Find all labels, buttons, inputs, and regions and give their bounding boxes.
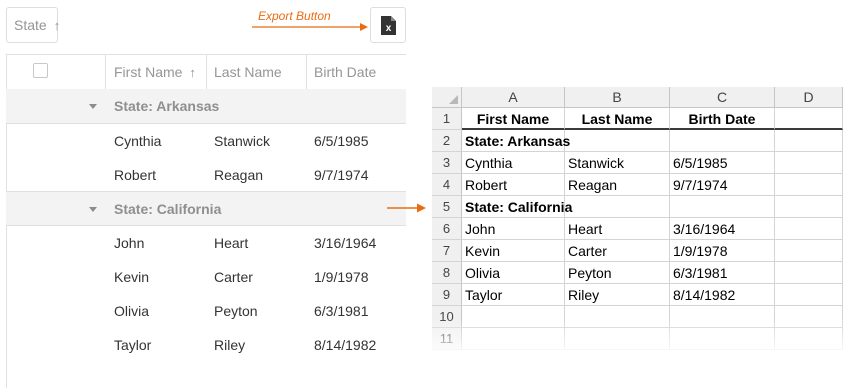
callout-arrow-icon — [252, 23, 368, 31]
export-button[interactable]: x — [370, 7, 406, 43]
cell-last-name: Heart — [214, 235, 249, 251]
sheet-cell[interactable]: Olivia — [462, 262, 565, 284]
row-header[interactable]: 5 — [432, 196, 462, 218]
cell-first-name: John — [114, 235, 145, 251]
row-header[interactable]: 9 — [432, 284, 462, 306]
sheet-cell[interactable]: Cynthia — [462, 152, 565, 174]
collapse-caret-icon[interactable] — [89, 104, 97, 109]
column-header-a[interactable]: A — [462, 87, 565, 108]
cell-first-name: Taylor — [114, 337, 152, 353]
column-header-b[interactable]: B — [565, 87, 670, 108]
cell-first-name: Olivia — [114, 303, 150, 319]
group-row[interactable]: State: Arkansas — [6, 89, 406, 123]
sheet-cell[interactable] — [775, 240, 843, 262]
sheet-cell[interactable]: 3/16/1964 — [670, 218, 775, 240]
group-label: State: California — [114, 201, 222, 217]
row-header[interactable]: 8 — [432, 262, 462, 284]
group-label: State: Arkansas — [114, 98, 220, 114]
column-header-label: Last Name — [214, 64, 282, 80]
column-header-d[interactable]: D — [775, 87, 843, 108]
collapse-caret-icon[interactable] — [89, 207, 97, 212]
sheet-cell[interactable]: Reagan — [565, 174, 670, 196]
sheet-cell[interactable]: Birth Date — [670, 108, 775, 130]
sheet-cell[interactable]: 6/3/1981 — [670, 262, 775, 284]
column-header-c[interactable]: C — [670, 87, 775, 108]
sheet-cell[interactable] — [775, 174, 843, 196]
cell-birth-date: 6/3/1981 — [314, 303, 369, 319]
cell-last-name: Stanwick — [214, 133, 271, 149]
cell-last-name: Reagan — [214, 167, 264, 183]
sheet-cell[interactable] — [775, 262, 843, 284]
divider — [105, 55, 106, 89]
cell-first-name: Kevin — [114, 269, 150, 285]
sheet-cell[interactable]: State: Arkansas — [462, 130, 570, 152]
sheet-cell[interactable]: 6/5/1985 — [670, 152, 775, 174]
cell-first-name: Cynthia — [114, 133, 162, 149]
sheet-cell[interactable]: First Name — [462, 108, 565, 130]
corner-triangle-icon — [449, 95, 458, 104]
excel-export-icon: x — [381, 16, 396, 35]
select-all-corner — [432, 87, 462, 108]
row-header[interactable]: 4 — [432, 174, 462, 196]
arrow-up-icon: ↑ — [53, 18, 61, 33]
row-header[interactable]: 2 — [432, 130, 462, 152]
sheet-cell[interactable] — [670, 130, 775, 152]
sheet-cell[interactable]: 9/7/1974 — [670, 174, 775, 196]
row-header[interactable]: 7 — [432, 240, 462, 262]
cell-birth-date: 6/5/1985 — [314, 133, 369, 149]
arrow-up-icon: ↑ — [189, 65, 196, 80]
sheet-cell[interactable]: Peyton — [565, 262, 670, 284]
sheet-cell[interactable] — [670, 196, 775, 218]
sheet-cell[interactable] — [565, 196, 670, 218]
sheet-cell[interactable]: 8/14/1982 — [670, 284, 775, 306]
sheet-cell[interactable] — [775, 196, 843, 218]
sheet-cell[interactable]: Robert — [462, 174, 565, 196]
group-row[interactable]: State: California — [6, 192, 406, 226]
cell-last-name: Carter — [214, 269, 253, 285]
cell-first-name: Robert — [114, 167, 157, 183]
divider — [206, 55, 207, 89]
sheet-cell[interactable]: Last Name — [565, 108, 670, 130]
sheet-cell[interactable] — [775, 108, 843, 130]
sheet-cell[interactable]: John — [462, 218, 565, 240]
sheet-cell[interactable] — [775, 130, 843, 152]
fade-overlay — [432, 318, 843, 358]
column-header-label: Birth Date — [314, 64, 377, 80]
sheet-cell[interactable] — [775, 152, 843, 174]
cell-last-name: Riley — [214, 337, 246, 353]
group-panel-state[interactable]: State ↑ — [6, 7, 61, 43]
select-all-checkbox[interactable] — [33, 63, 48, 78]
group-panel-label: State — [14, 17, 47, 33]
column-header-first-name[interactable]: First Name ↑ — [114, 55, 196, 89]
column-header-label: First Name — [114, 64, 183, 80]
sheet-cell[interactable] — [775, 218, 843, 240]
sheet-cell[interactable]: Heart — [565, 218, 670, 240]
row-header[interactable]: 3 — [432, 152, 462, 174]
sheet-cell[interactable]: Carter — [565, 240, 670, 262]
sheet-cell[interactable]: Stanwick — [565, 152, 670, 174]
column-header-birth-date[interactable]: Birth Date — [314, 55, 376, 89]
sheet-cell[interactable]: Kevin — [462, 240, 565, 262]
row-header[interactable]: 1 — [432, 108, 462, 130]
divider — [306, 55, 307, 89]
column-header-last-name[interactable]: Last Name — [214, 55, 282, 89]
sheet-cell[interactable]: 1/9/1978 — [670, 240, 775, 262]
arrow-right-icon — [387, 203, 426, 213]
sheet-cell[interactable]: Taylor — [462, 284, 565, 306]
cell-birth-date: 9/7/1974 — [314, 167, 369, 183]
data-grid: State ↑ Export Button x First Name ↑ Last… — [0, 0, 406, 388]
cell-birth-date: 3/16/1964 — [314, 235, 377, 251]
sheet-cell[interactable] — [565, 130, 670, 152]
cell-last-name: Peyton — [214, 303, 258, 319]
row-header[interactable]: 6 — [432, 218, 462, 240]
sheet-cell[interactable]: State: California — [462, 196, 572, 218]
svg-text:x: x — [386, 23, 392, 34]
sheet-cell[interactable]: Riley — [565, 284, 670, 306]
cell-birth-date: 8/14/1982 — [314, 337, 377, 353]
sheet-cell[interactable] — [775, 284, 843, 306]
cell-birth-date: 1/9/1978 — [314, 269, 369, 285]
